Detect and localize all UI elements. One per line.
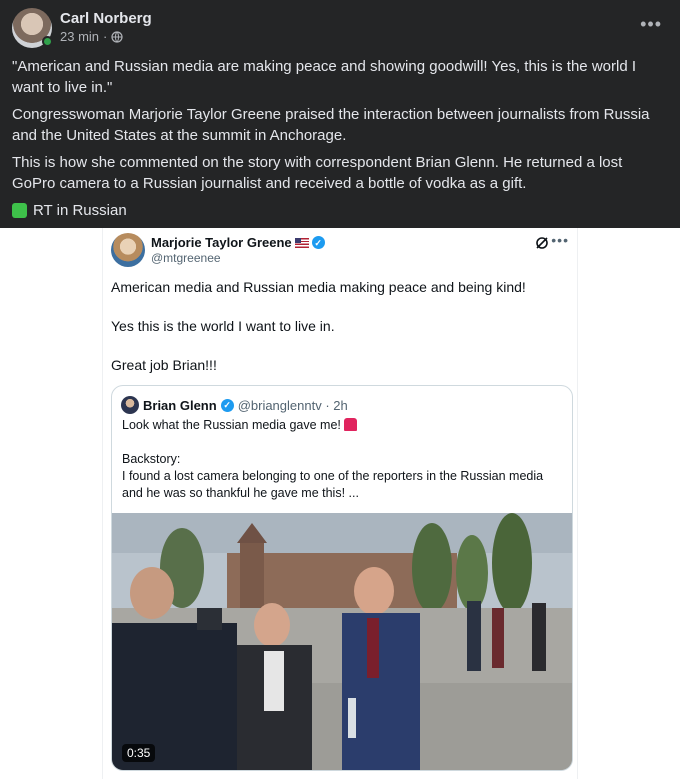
post-header: Carl Norberg 23 min · — [12, 8, 152, 48]
siren-icon — [343, 418, 357, 431]
green-square-icon — [12, 203, 27, 218]
verified-badge-icon: ✓ — [220, 398, 234, 412]
post-paragraph: "American and Russian media are making p… — [12, 58, 637, 96]
tweet-avatar — [111, 233, 145, 267]
tweet-line: Yes this is the world I want to live in. — [111, 318, 335, 334]
source-line: RT in Russian — [12, 200, 662, 221]
quoted-tweet-text: Look what the Russian media gave me! Bac… — [122, 417, 562, 519]
source-label: RT in Russian — [33, 202, 127, 219]
post-paragraph: Congresswoman Marjorie Taylor Greene pra… — [12, 106, 650, 144]
tweet-author-name-row: Marjorie Taylor Greene ✓ — [151, 235, 325, 251]
video-scene — [112, 513, 572, 770]
tweet-line: American media and Russian media making … — [111, 279, 526, 295]
globe-icon — [111, 31, 123, 43]
tweet-more-icon: ••• — [551, 232, 569, 248]
verified-badge-icon: ✓ — [311, 236, 325, 249]
tweet-author-handle: @mtgreenee — [151, 250, 221, 265]
quoted-tweet: Brian Glenn ✓ @brianglenntv · 2h Look wh… — [111, 385, 573, 771]
facebook-post: Carl Norberg 23 min · ••• "American and … — [0, 0, 680, 228]
author-name[interactable]: Carl Norberg — [60, 10, 152, 28]
tweet-header: Marjorie Taylor Greene ✓ @mtgreenee — [111, 233, 325, 267]
quoted-avatar — [121, 396, 139, 414]
tweet-line: Great job Brian!!! — [111, 357, 217, 373]
embedded-tweet-image[interactable]: Marjorie Taylor Greene ✓ @mtgreenee ••• … — [102, 228, 578, 779]
post-paragraph: This is how she commented on the story w… — [12, 154, 623, 192]
tweet-author-name: Marjorie Taylor Greene — [151, 234, 292, 250]
quoted-line: Look what the Russian media gave me! — [122, 417, 562, 434]
quoted-line-text: Look what the Russian media gave me! — [122, 418, 341, 432]
online-status-icon — [42, 36, 53, 47]
more-options-icon[interactable]: ••• — [640, 14, 662, 35]
post-body: "American and Russian media are making p… — [12, 56, 662, 227]
tweet-text: American media and Russian media making … — [111, 278, 571, 395]
author-avatar[interactable] — [12, 8, 53, 48]
backstory-title: Backstory: — [122, 452, 181, 466]
post-meta: Carl Norberg 23 min · — [60, 10, 152, 46]
us-flag-icon — [294, 237, 309, 248]
video-thumbnail: 0:35 — [112, 513, 572, 770]
grok-icon — [536, 237, 548, 249]
video-duration: 0:35 — [122, 744, 156, 762]
tweet-author: Marjorie Taylor Greene ✓ @mtgreenee — [151, 235, 325, 266]
post-time[interactable]: 23 min — [60, 28, 99, 46]
backstory-body: I found a lost camera belonging to one o… — [122, 469, 544, 500]
quoted-author-name: Brian Glenn — [143, 397, 217, 413]
quoted-author-handle: @brianglenntv · 2h — [237, 397, 348, 413]
separator-dot: · — [103, 29, 108, 44]
quoted-tweet-header: Brian Glenn ✓ @brianglenntv · 2h — [121, 396, 348, 414]
post-subline: 23 min · — [60, 28, 152, 46]
quoted-backstory: Backstory: I found a lost camera belongi… — [122, 451, 562, 502]
